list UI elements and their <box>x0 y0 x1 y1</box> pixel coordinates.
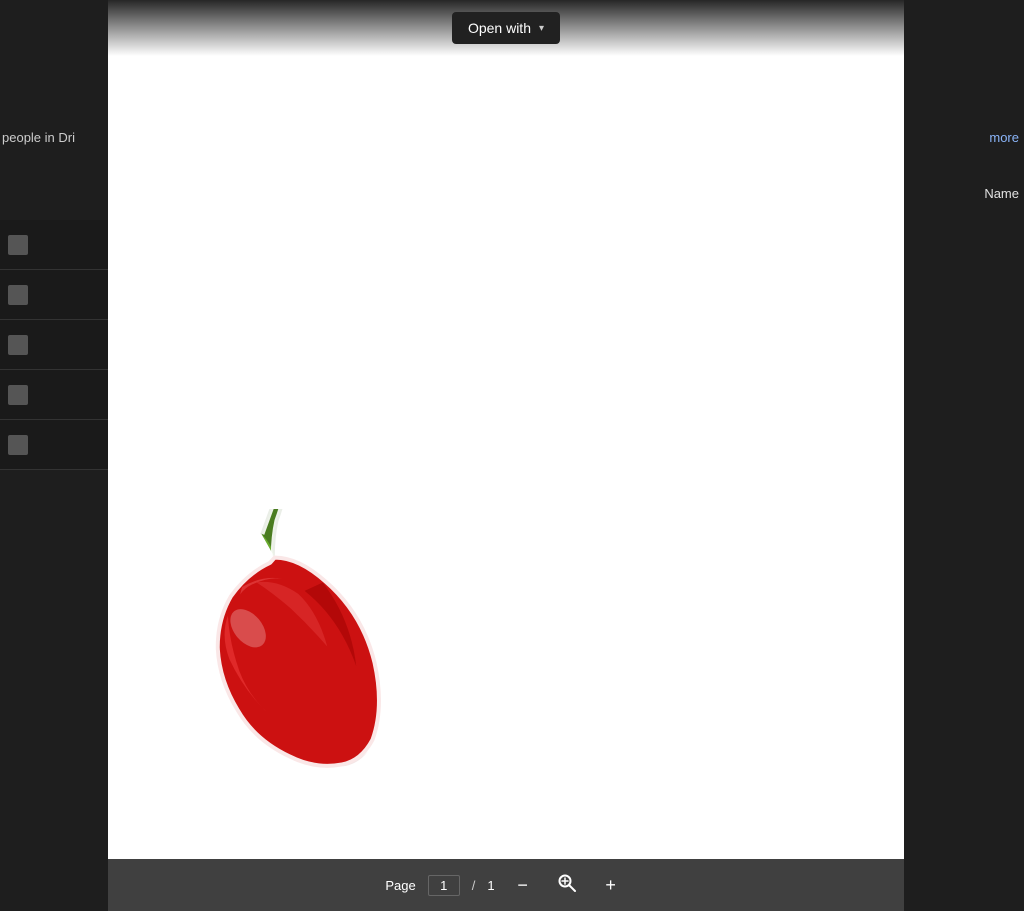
chili-svg <box>148 509 408 819</box>
drive-row-icon-4 <box>8 385 28 405</box>
drive-row-icon-3 <box>8 335 28 355</box>
zoom-out-icon: − <box>517 875 528 896</box>
zoom-reset-icon <box>557 873 577 898</box>
zoom-reset-button[interactable] <box>551 869 583 901</box>
drive-row-2 <box>0 270 108 320</box>
drive-row-icon-5 <box>8 435 28 455</box>
drive-row-icon-1 <box>8 235 28 255</box>
drive-file-list <box>0 220 108 470</box>
drive-row-1 <box>0 220 108 270</box>
drive-more-link[interactable]: more <box>989 130 1019 145</box>
page-label: Page <box>385 878 415 893</box>
top-bar: Open with ▾ <box>108 0 904 56</box>
zoom-in-button[interactable]: + <box>595 869 627 901</box>
drive-left-panel: people in Dri <box>0 0 108 911</box>
drive-left-text: people in Dri <box>2 130 75 145</box>
page-number-input[interactable] <box>428 875 460 896</box>
zoom-in-icon: + <box>605 875 616 896</box>
drive-right-panel: more Name <box>904 0 1024 911</box>
drive-row-4 <box>0 370 108 420</box>
drive-row-icon-2 <box>8 285 28 305</box>
chevron-down-icon: ▾ <box>539 23 544 34</box>
drive-name-column: Name <box>984 186 1019 201</box>
page-total: 1 <box>487 878 494 893</box>
bottom-toolbar: Page / 1 − + <box>108 859 904 911</box>
drive-row-5 <box>0 420 108 470</box>
open-with-label: Open with <box>468 20 531 36</box>
chili-image <box>148 509 408 819</box>
drive-row-3 <box>0 320 108 370</box>
page-separator: / <box>472 878 476 893</box>
open-with-button[interactable]: Open with ▾ <box>452 12 560 44</box>
zoom-out-button[interactable]: − <box>507 869 539 901</box>
document-viewer <box>108 0 904 859</box>
